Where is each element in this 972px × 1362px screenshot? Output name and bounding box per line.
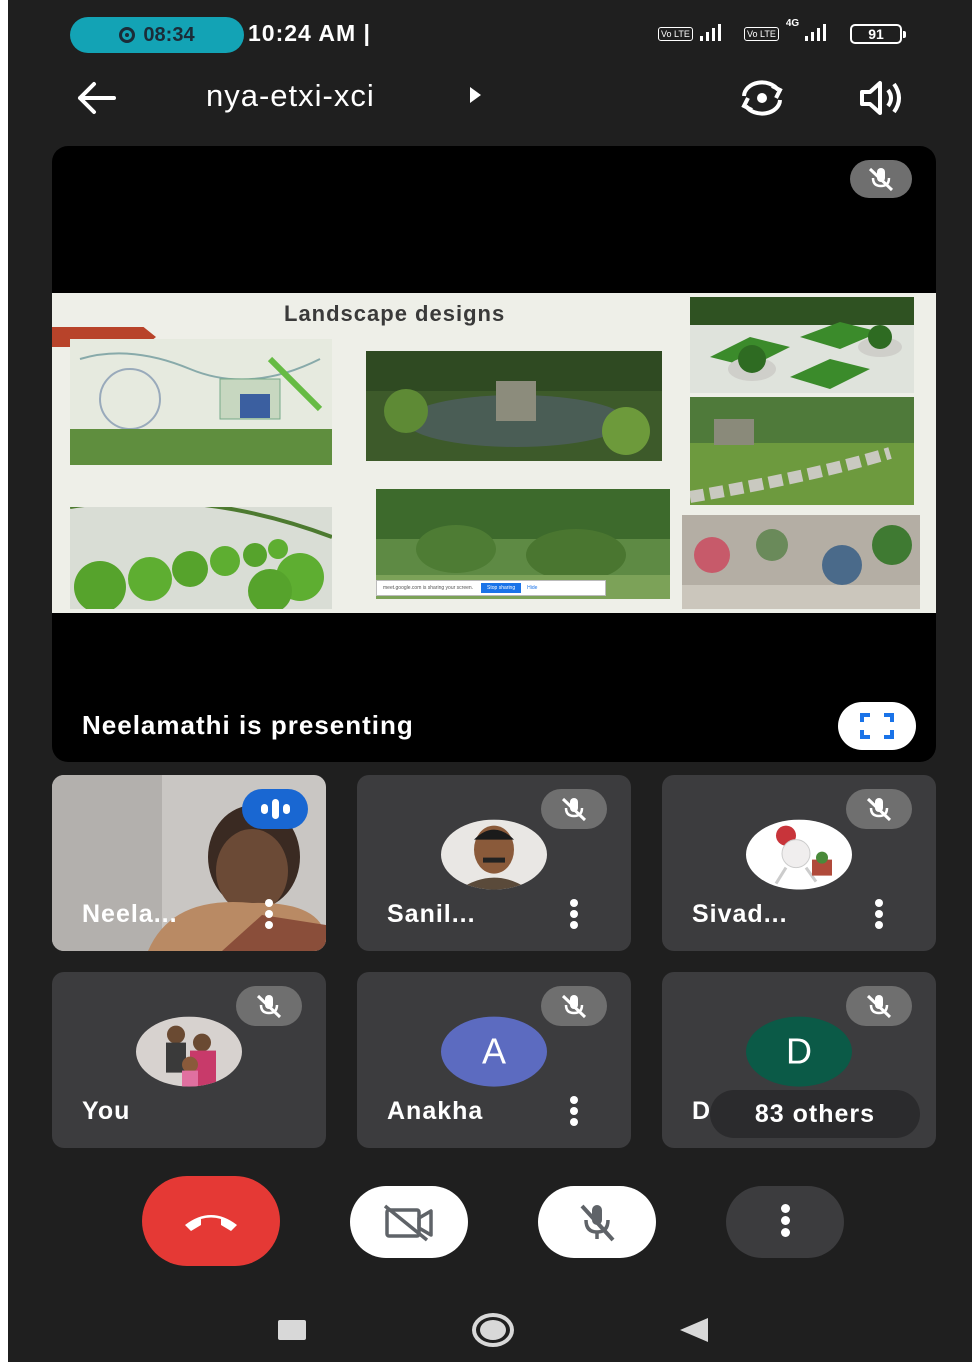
participant-tile-sanil[interactable]: Sanil... [357,775,631,951]
participant-name: Sivad... [692,900,788,928]
slide-photo-plan-sketch [70,339,332,465]
volte-badge-2: Vo LTE [744,27,779,41]
participant-more-button[interactable] [567,1096,581,1128]
home-button[interactable] [472,1313,514,1347]
participant-tile-neela[interactable]: Neela... [52,775,326,951]
participant-name: Neela... [82,900,178,928]
mic-off-icon [561,994,587,1019]
record-icon [119,27,136,43]
presentation-tile[interactable]: Landscape designs meet.google.com is sha… [52,146,936,762]
participant-tile-others[interactable]: D Dr. Anith 83 others [662,972,936,1148]
signal-icon: Vo LTE [658,24,721,41]
others-count[interactable]: 83 others [710,1090,920,1138]
stop-sharing-button: Stop sharing [481,583,522,593]
mic-off-badge [236,986,302,1026]
avatar [441,819,547,890]
network-type: 4G [785,18,800,29]
video-off-icon [383,1204,433,1242]
mic-off-badge [846,789,912,829]
participant-more-button[interactable] [567,899,581,931]
status-bar: 08:34 10:24 AM | Vo LTE Vo LTE 4G 91 [8,0,972,64]
slide-photo-garden-path [690,397,914,505]
recent-apps-button[interactable] [278,1320,306,1340]
speaking-indicator [242,789,308,829]
speaker-icon [860,81,901,115]
camera-switch-icon [741,80,783,116]
fullscreen-button[interactable] [838,702,916,750]
mic-off-icon [868,167,894,192]
status-clock: 10:24 AM | [248,20,371,46]
hide-banner-button: Hide [527,585,538,591]
meeting-header: nya-etxi-xci [8,64,972,134]
chevron-right-icon[interactable] [470,87,481,103]
mic-off-badge [846,986,912,1026]
end-call-button[interactable] [142,1176,280,1266]
avatar [136,1016,242,1087]
switch-camera-button[interactable] [734,74,790,122]
meeting-code[interactable]: nya-etxi-xci [206,78,375,114]
participant-tile-anakha[interactable]: A Anakha [357,972,631,1148]
recording-indicator[interactable]: 08:34 [70,17,244,53]
recording-time: 08:34 [143,23,195,46]
slide-photo-rock-garden [682,515,920,609]
battery-icon: 91 [850,24,906,44]
screen-share-banner: meet.google.com is sharing your screen. … [376,580,606,596]
more-vert-icon [780,1204,790,1240]
slide-photo-pond [366,351,662,461]
nav-back-button[interactable] [680,1318,708,1342]
participant-tile-you[interactable]: You [52,972,326,1148]
participant-name: You [82,1097,131,1125]
participant-more-button[interactable] [872,899,886,931]
mic-off-icon [561,797,587,822]
slide-title: Landscape designs [284,301,506,326]
shared-slide: Landscape designs meet.google.com is sha… [52,293,936,613]
presenting-label: Neelamathi is presenting [82,710,414,740]
volte-badge: Vo LTE [658,27,693,41]
participant-name: Anakha [387,1097,484,1125]
presenter-mic-off-badge [850,160,912,198]
meet-call-screen: 08:34 10:24 AM | Vo LTE Vo LTE 4G 91 nya… [8,0,972,1362]
participant-tile-sivad[interactable]: Sivad... [662,775,936,951]
camera-toggle-button[interactable] [350,1186,468,1258]
fullscreen-icon [860,713,894,739]
avatar [746,819,852,890]
mic-off-icon [580,1204,615,1242]
slide-photo-checker-lawn [690,297,914,393]
avatar: A [441,1016,547,1087]
signal-icon-2: Vo LTE 4G [744,18,827,41]
participant-more-button[interactable] [262,899,276,931]
arrow-left-icon [78,82,116,114]
mic-off-badge [541,986,607,1026]
mic-off-icon [866,797,892,822]
speaker-button[interactable] [856,76,906,120]
mic-off-badge [541,789,607,829]
participant-name: Sanil... [387,900,476,928]
slide-photo-hedge-row [70,507,332,609]
more-options-button[interactable] [726,1186,844,1258]
mic-toggle-button[interactable] [538,1186,656,1258]
share-banner-message: meet.google.com is sharing your screen. [383,585,474,591]
mic-off-icon [866,994,892,1019]
avatar: D [746,1016,852,1087]
mic-off-icon [256,994,282,1019]
phone-hangup-icon [185,1215,237,1231]
back-button[interactable] [74,78,118,118]
